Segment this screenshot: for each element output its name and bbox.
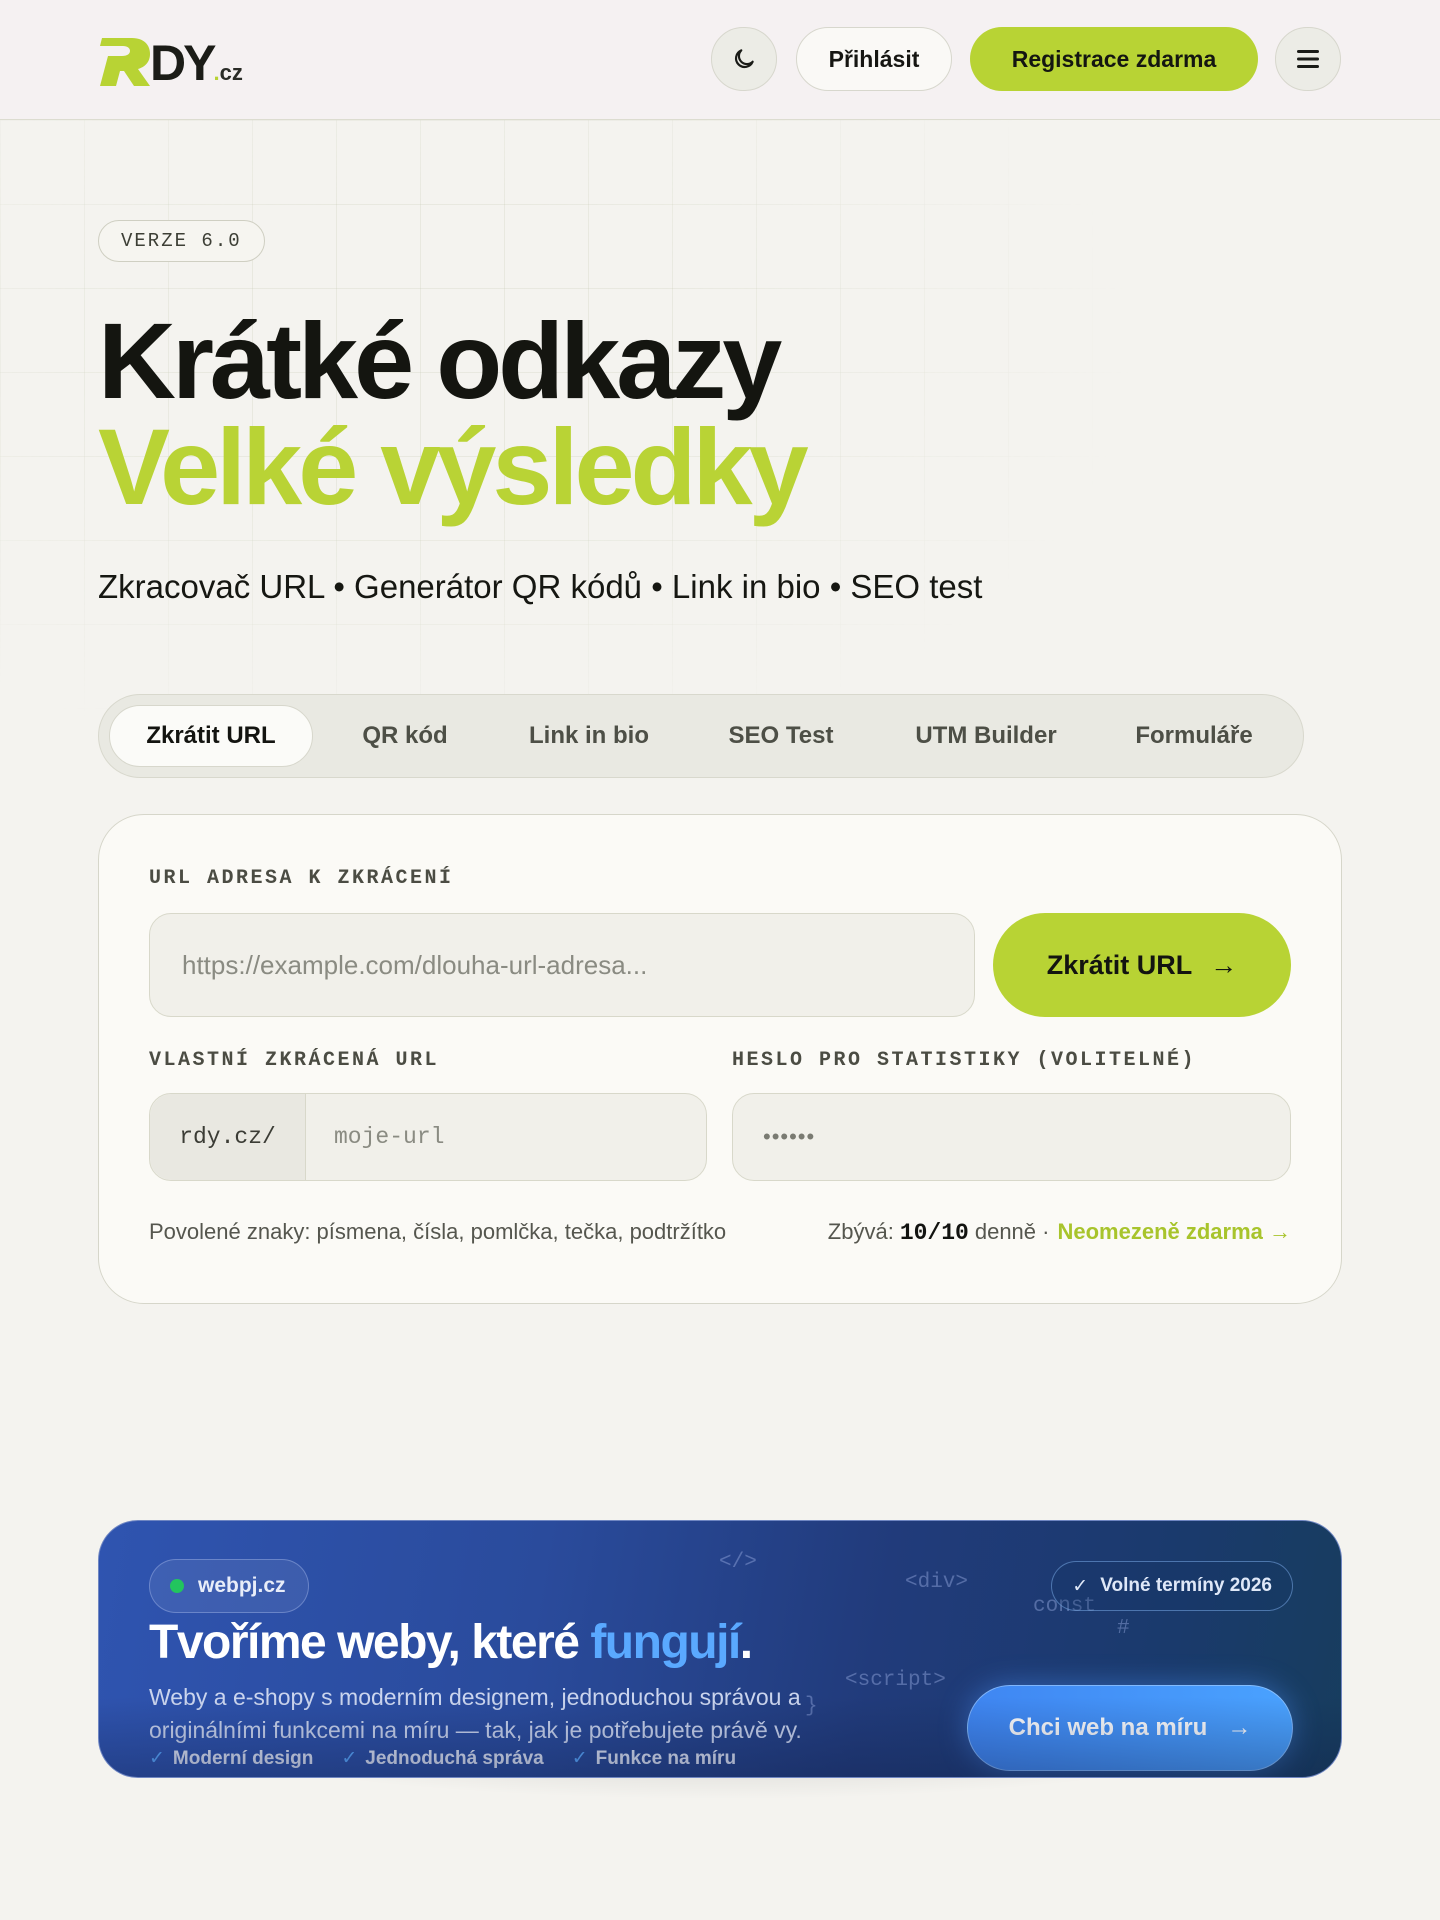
arrow-right-icon: → [1210,949,1238,980]
moon-icon [734,49,754,69]
tab-forms[interactable]: Formuláře [1091,705,1297,767]
top-navigation-bar: DY .cz Přihlásit Registrace zdarma [0,0,1440,120]
code-decoration: </> [719,1551,757,1574]
status-dot-icon [170,1579,184,1593]
rdy-logo[interactable]: DY .cz [98,35,243,91]
promo-banner: </> <div> const # <script> } webpj.cz Tv… [98,1520,1342,1778]
tool-tabs: Zkrátit URL QR kód Link in bio SEO Test … [98,694,1304,778]
tab-shorten-url[interactable]: Zkrátit URL [109,705,313,767]
tab-seo-test[interactable]: SEO Test [681,705,881,767]
quota-value: 10/10 [899,1220,969,1246]
check-icon: ✓ [149,1748,165,1769]
quota-prefix: Zbývá: [827,1219,894,1244]
url-input-placeholder: https://example.com/dlouha-url-adresa... [182,949,648,980]
quota-suffix: denně · [974,1219,1050,1244]
code-decoration: <div> [905,1571,969,1594]
password-label: HESLO PRO STATISTIKY (VOLITELNÉ) [732,1049,1197,1072]
promo-description: Weby a e-shopy s moderním designem, jedn… [149,1684,802,1743]
hero-title: Krátké odkazy Velké výsledky [98,300,809,527]
promo-title: Tvoříme weby, které fungují. [149,1616,753,1669]
tab-link-in-bio[interactable]: Link in bio [497,705,681,767]
check-icon: ✓ [571,1748,588,1769]
tab-utm-builder[interactable]: UTM Builder [881,705,1091,767]
allowed-characters-hint: Povolené znaky: písmena, čísla, pomlčka,… [149,1219,727,1244]
shorten-url-button-label: Zkrátit URL [1046,949,1193,980]
unlimited-free-link[interactable]: Neomezeně zdarma → [1057,1219,1291,1245]
available-terms-badge: ✓ Volné termíny 2026 [1051,1561,1293,1611]
shorten-url-button[interactable]: Zkrátit URL → [993,913,1291,1017]
feature-item: ✓ Moderní design [149,1747,314,1770]
logo-mark-icon [100,38,150,86]
logo-tld: .cz [213,60,243,85]
custom-url-label: VLASTNÍ ZKRÁCENÁ URL [149,1049,440,1072]
menu-button[interactable] [1275,27,1341,91]
daily-quota: Zbývá: 10/10 denně · Neomezeně zdarma → [828,1219,1291,1246]
code-decoration: # [1117,1617,1130,1640]
cta-label: Chci web na míru [1008,1714,1208,1741]
feature-item: ✓ Funkce na míru [571,1747,737,1770]
login-button[interactable]: Přihlásit [796,27,952,91]
custom-url-placeholder: moje-url [334,1124,445,1150]
shorten-url-card: URL ADRESA K ZKRÁCENÍ https://example.co… [98,814,1342,1304]
arrow-right-icon: → [1227,1714,1252,1741]
hamburger-icon [1297,50,1319,68]
terms-badge-label: Volné termíny 2026 [1100,1575,1272,1596]
hero-title-line1: Krátké odkazy [98,300,782,421]
check-icon: ✓ [1072,1575,1089,1597]
hero-subtitle: Zkracovač URL • Generátor QR kódů • Link… [98,568,983,605]
custom-website-cta-button[interactable]: Chci web na míru → [967,1685,1293,1771]
custom-url-field[interactable]: rdy.cz/ moje-url [149,1093,707,1181]
check-icon: ✓ [341,1748,358,1769]
password-input[interactable]: •••••• [732,1093,1291,1181]
url-input[interactable]: https://example.com/dlouha-url-adresa... [149,913,975,1017]
custom-url-prefix: rdy.cz/ [150,1094,306,1180]
register-button[interactable]: Registrace zdarma [970,27,1258,91]
password-placeholder: •••••• [763,1124,816,1149]
tab-qr-code[interactable]: QR kód [313,705,497,767]
version-badge: VERZE 6.0 [98,220,265,262]
theme-toggle-button[interactable] [711,27,777,91]
promo-features: ✓ Moderní design ✓ Jednoduchá správa ✓ Funk… [149,1747,736,1770]
promo-brand-label: webpj.cz [198,1574,286,1597]
promo-brand-chip[interactable]: webpj.cz [149,1559,309,1613]
logo-name: DY [150,35,216,91]
hero-title-line2: Velké výsledky [98,406,809,527]
code-decoration: } [805,1695,818,1718]
url-field-label: URL ADRESA K ZKRÁCENÍ [149,867,454,890]
feature-item: ✓ Jednoduchá správa [341,1747,544,1770]
code-decoration: <script> [845,1669,946,1692]
